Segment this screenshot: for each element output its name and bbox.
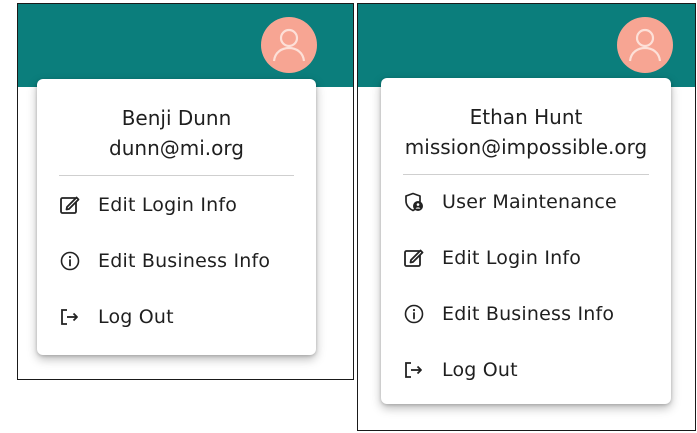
edit-icon	[403, 247, 425, 269]
menu-item-log-out[interactable]: Log Out	[381, 350, 671, 390]
menu-item-user-maintenance[interactable]: User Maintenance	[381, 182, 671, 222]
avatar-button[interactable]	[617, 17, 673, 73]
logout-icon	[59, 306, 81, 328]
user-name: Ethan Hunt	[469, 105, 583, 129]
menu-item-edit-business-info[interactable]: Edit Business Info	[381, 294, 671, 334]
menu-item-label: Log Out	[98, 306, 174, 328]
user-dropdown-menu: Ethan Hunt mission@impossible.org User M…	[381, 78, 671, 404]
left-screen: Benji Dunn dunn@mi.org Edit Login Info E…	[17, 3, 354, 380]
right-screen: Ethan Hunt mission@impossible.org User M…	[357, 3, 696, 431]
avatar-button[interactable]	[261, 17, 317, 73]
edit-icon	[59, 194, 81, 216]
user-email: mission@impossible.org	[404, 135, 648, 159]
menu-item-label: Edit Business Info	[98, 250, 271, 272]
divider	[59, 175, 294, 176]
user-name: Benji Dunn	[121, 106, 232, 130]
info-icon	[59, 250, 81, 272]
user-shield-icon	[403, 191, 425, 213]
info-icon	[403, 303, 425, 325]
user-avatar-icon	[272, 28, 306, 62]
menu-item-label: Edit Login Info	[98, 194, 238, 216]
menu-item-edit-login-info[interactable]: Edit Login Info	[37, 185, 316, 225]
user-dropdown-menu: Benji Dunn dunn@mi.org Edit Login Info E…	[37, 79, 316, 355]
menu-item-edit-login-info[interactable]: Edit Login Info	[381, 238, 671, 278]
menu-item-edit-business-info[interactable]: Edit Business Info	[37, 241, 316, 281]
menu-item-label: Edit Business Info	[442, 303, 615, 325]
menu-item-label: User Maintenance	[442, 191, 617, 213]
menu-item-log-out[interactable]: Log Out	[37, 297, 316, 337]
user-avatar-icon	[628, 28, 662, 62]
logout-icon	[403, 359, 425, 381]
divider	[403, 174, 649, 175]
user-email: dunn@mi.org	[109, 136, 244, 160]
menu-item-label: Edit Login Info	[442, 247, 582, 269]
menu-item-label: Log Out	[442, 359, 518, 381]
